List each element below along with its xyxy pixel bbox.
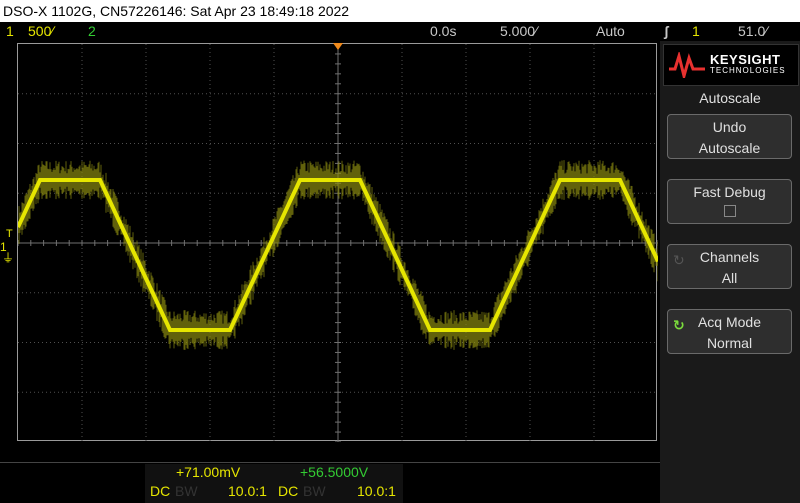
ch1-coupling: DC — [150, 483, 171, 499]
softkey-line1: Channels — [699, 249, 760, 265]
title-text: DSO-X 1102G, CN57226146: Sat Apr 23 18:4… — [3, 3, 350, 19]
ch1-bw-limit: BW — [175, 483, 198, 499]
fast-debug-checkbox[interactable] — [724, 205, 736, 217]
trigger-position-marker[interactable] — [333, 43, 343, 50]
trigger-source[interactable]: 1 — [692, 23, 700, 39]
softkey-line2: Autoscale — [698, 140, 761, 156]
time-offset[interactable]: 0.0s — [430, 23, 456, 39]
ch1-probe: 10.0:1 — [228, 483, 267, 499]
trigger-level-marker[interactable]: T — [6, 228, 13, 240]
brand-name: KEYSIGHT — [710, 52, 781, 67]
brand-sub: TECHNOLOGIES — [710, 66, 786, 75]
keysight-wave-icon — [669, 52, 705, 78]
softkey-line1: Fast Debug — [693, 184, 766, 200]
graticule — [18, 44, 658, 442]
ch2-probe: 10.0:1 — [357, 483, 396, 499]
waveform-display[interactable] — [17, 43, 658, 442]
status-bar: 1 500∕ 2 0.0s 5.000∕ Auto ʃ 1 51.0∕ — [0, 22, 800, 41]
ch1-scale[interactable]: 500∕ — [28, 23, 54, 39]
undo-autoscale-button[interactable]: Undo Autoscale — [667, 114, 792, 159]
ch1-number[interactable]: 1 — [6, 23, 14, 39]
ch2-number[interactable]: 2 — [88, 23, 96, 39]
trigger-edge-icon: ʃ — [664, 23, 669, 39]
ch2-coupling: DC — [278, 483, 299, 499]
ch2-bw-limit: BW — [303, 483, 326, 499]
title-bar: DSO-X 1102G, CN57226146: Sat Apr 23 18:4… — [0, 0, 800, 22]
softkey-line2: Normal — [706, 335, 753, 351]
softkey-line1: Undo — [712, 119, 747, 135]
softkey-line2: All — [721, 270, 738, 286]
time-scale[interactable]: 5.000∕ — [500, 23, 537, 39]
fast-debug-button[interactable]: Fast Debug — [667, 179, 792, 224]
ch1-offset: +71.00mV — [176, 464, 241, 480]
menu-title: Autoscale — [699, 90, 761, 106]
ch2-offset: +56.5000V — [300, 464, 369, 480]
trigger-level[interactable]: 51.0∕ — [738, 23, 768, 39]
softkey-line1: Acq Mode — [697, 314, 762, 330]
acq-mode-button[interactable]: ↻ Acq Mode Normal — [667, 309, 792, 354]
channels-button[interactable]: ↻ Channels All — [667, 244, 792, 289]
ground-icon: ⏚ — [2, 251, 15, 265]
trigger-mode[interactable]: Auto — [596, 23, 625, 39]
